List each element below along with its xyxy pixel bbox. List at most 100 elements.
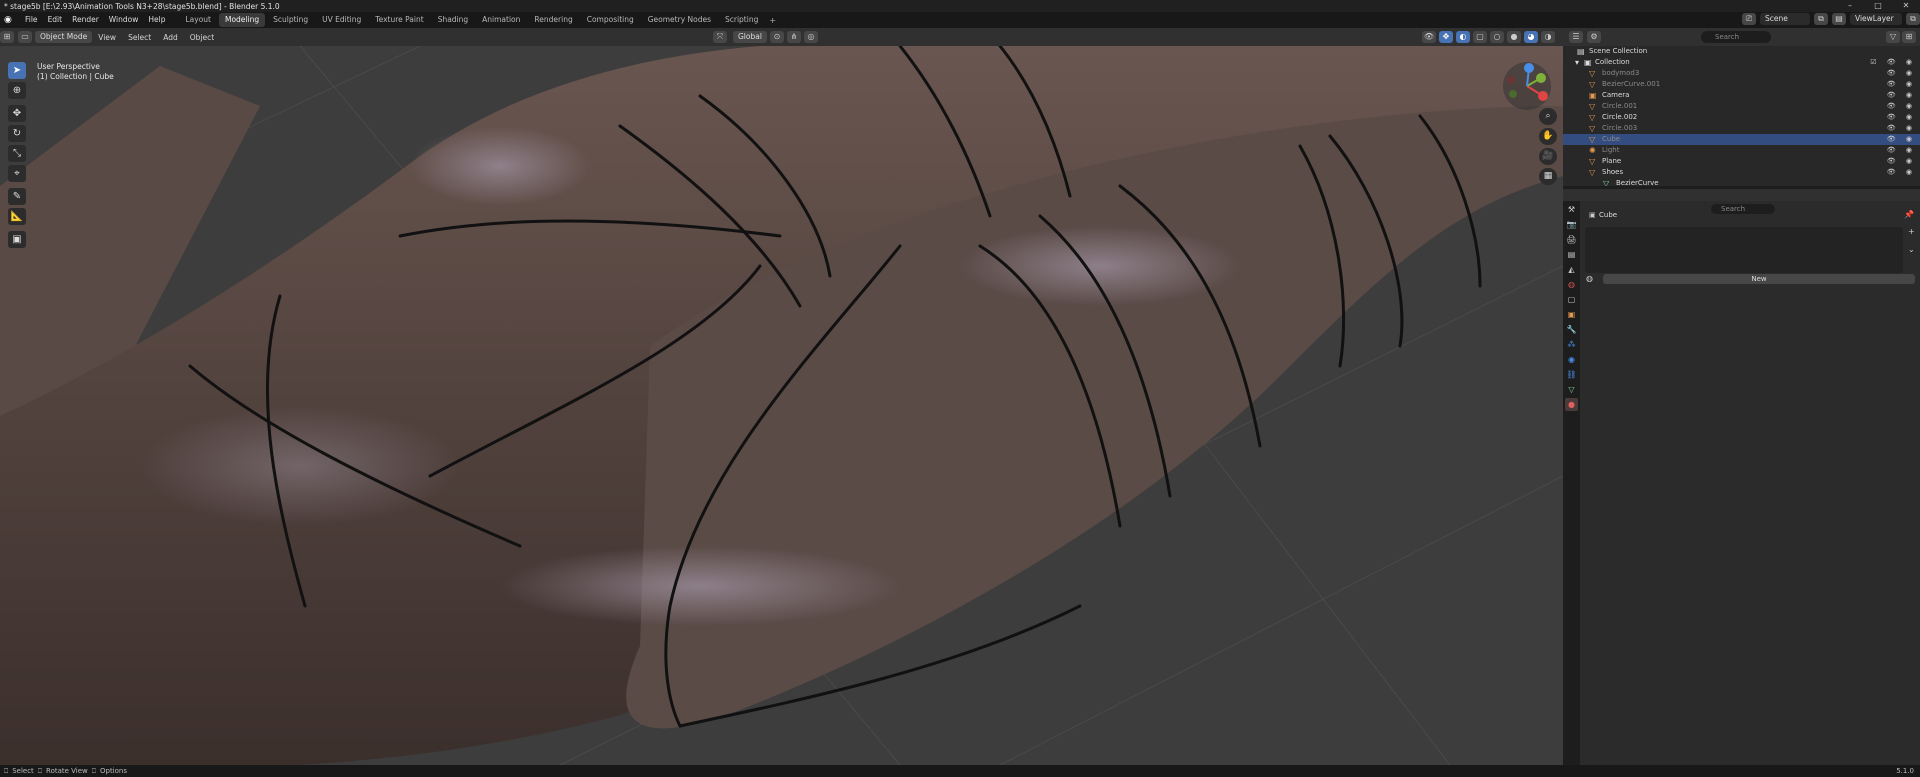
outliner-item[interactable]: ▽ Shoes 👁 ◉ <box>1563 167 1920 178</box>
move-tool-icon[interactable]: ✥ <box>8 105 26 122</box>
cursor-tool-icon[interactable]: ⊕ <box>8 82 26 99</box>
snap-icon[interactable]: ⋔ <box>786 31 801 43</box>
menu-help[interactable]: Help <box>143 12 170 28</box>
wireframe-shading-icon[interactable]: ○ <box>1490 31 1504 43</box>
outliner-editor-icon[interactable]: ☰ <box>1569 31 1583 43</box>
new-scene-icon[interactable]: ⧉ <box>1814 13 1828 25</box>
pin-icon[interactable]: 📌 <box>1904 210 1914 219</box>
constraints-tab-icon[interactable]: ⛓ <box>1565 368 1578 381</box>
tab-modeling[interactable]: Modeling <box>218 13 266 27</box>
gizmo-toggle-icon[interactable]: ✥ <box>1439 31 1453 43</box>
tab-uv-editing[interactable]: UV Editing <box>316 13 367 27</box>
outliner-item[interactable]: ▣ Camera 👁 ◉ <box>1563 90 1920 101</box>
object-mode-dropdown[interactable]: Object Mode <box>35 31 93 43</box>
menu-render[interactable]: Render <box>67 12 104 28</box>
menu-select[interactable]: Select <box>122 33 157 42</box>
physics-tab-icon[interactable]: ◉ <box>1565 353 1578 366</box>
particles-tab-icon[interactable]: ⁂ <box>1565 338 1578 351</box>
outliner-item[interactable]: ▽ Circle.001 👁 ◉ <box>1563 101 1920 112</box>
perspective-toggle-icon[interactable]: ▦ <box>1539 168 1557 185</box>
menu-edit[interactable]: Edit <box>43 12 68 28</box>
visibility-toggles[interactable]: ☑ 👁 ◉ <box>1870 57 1916 68</box>
tab-geometry-nodes[interactable]: Geometry Nodes <box>642 13 717 27</box>
maximize-button[interactable]: □ <box>1864 0 1892 12</box>
tab-rendering[interactable]: Rendering <box>528 13 578 27</box>
scene-field[interactable]: Scene <box>1760 13 1810 25</box>
properties-search-input[interactable]: Search <box>1711 204 1775 214</box>
display-mode-icon[interactable]: ⚙ <box>1587 31 1601 43</box>
view-layer-field[interactable]: ViewLayer <box>1850 13 1902 25</box>
proportional-edit-icon[interactable]: ◎ <box>803 31 818 43</box>
expand-arrow-icon[interactable]: ▾ <box>1575 57 1579 68</box>
solid-shading-icon[interactable]: ● <box>1507 31 1521 43</box>
view-layer-icon[interactable]: ▤ <box>1832 13 1846 25</box>
collection-row[interactable]: ▾ ▣ Collection ☑ 👁 ◉ <box>1563 57 1920 68</box>
collection-tab-icon[interactable]: ▢ <box>1565 293 1578 306</box>
minimize-button[interactable]: – <box>1836 0 1864 12</box>
scale-tool-icon[interactable]: ⤡ <box>8 145 26 162</box>
tab-shading[interactable]: Shading <box>432 13 474 27</box>
new-view-layer-icon[interactable]: ⧉ <box>1906 13 1920 25</box>
pivot-icon[interactable]: ⊙ <box>769 31 784 43</box>
add-workspace-icon[interactable]: + <box>765 16 780 25</box>
material-tab-icon[interactable]: ● <box>1565 398 1578 411</box>
overlay-toggle-icon[interactable]: ◐ <box>1456 31 1470 43</box>
annotate-tool-icon[interactable]: ✎ <box>8 188 26 205</box>
slot-menu-icon[interactable]: ⌄ <box>1908 245 1915 254</box>
add-slot-icon[interactable]: + <box>1908 227 1915 236</box>
menu-add[interactable]: Add <box>157 33 184 42</box>
render-tab-icon[interactable]: 📷 <box>1565 218 1578 231</box>
outliner-item[interactable]: ▽ Circle.002 👁 ◉ <box>1563 112 1920 123</box>
editor-type-icon[interactable]: ⊞ <box>0 31 14 43</box>
data-tab-icon[interactable]: ▽ <box>1565 383 1578 396</box>
select-box-mode-icon[interactable]: ▭ <box>18 31 32 43</box>
scene-collection-row[interactable]: ▤ Scene Collection <box>1563 46 1920 57</box>
view-layer-tab-icon[interactable]: ▤ <box>1565 248 1578 261</box>
orientation-icon[interactable]: ⤧ <box>713 31 727 43</box>
transform-orientation-dropdown[interactable]: Global <box>733 31 767 43</box>
rotate-tool-icon[interactable]: ↻ <box>8 125 26 142</box>
menu-window[interactable]: Window <box>104 12 144 28</box>
camera-view-icon[interactable]: 🎥 <box>1539 148 1557 165</box>
material-shading-icon[interactable]: ◕ <box>1524 31 1538 43</box>
new-material-button[interactable]: New <box>1603 274 1915 284</box>
outliner-item[interactable]: ▽ BezierCurve.001 👁 ◉ <box>1563 79 1920 90</box>
outliner-item[interactable]: ▽ bodymod3 👁 ◉ <box>1563 68 1920 79</box>
tab-sculpting[interactable]: Sculpting <box>267 13 314 27</box>
close-button[interactable]: ✕ <box>1892 0 1920 12</box>
tab-scripting[interactable]: Scripting <box>719 13 764 27</box>
scene-tab-icon[interactable]: ◭ <box>1565 263 1578 276</box>
3d-viewport[interactable]: User Perspective (1) Collection | Cube ➤… <box>0 46 1563 765</box>
tab-layout[interactable]: Layout <box>179 13 217 27</box>
menu-file[interactable]: File <box>20 12 43 28</box>
browse-material-icon[interactable]: ◍ <box>1586 274 1593 283</box>
object-tab-icon[interactable]: ▣ <box>1565 308 1578 321</box>
outliner-item-selected[interactable]: ▽ Cube 👁 ◉ <box>1563 134 1920 145</box>
outliner-item[interactable]: ▽ Circle.003 👁 ◉ <box>1563 123 1920 134</box>
modifier-tab-icon[interactable]: 🔧 <box>1565 323 1578 336</box>
material-slot-list[interactable] <box>1585 227 1903 273</box>
measure-tool-icon[interactable]: 📐 <box>8 208 26 225</box>
select-tool-icon[interactable]: ➤ <box>8 62 26 79</box>
menu-object[interactable]: Object <box>184 33 220 42</box>
xray-icon[interactable]: ▢ <box>1473 31 1487 43</box>
tab-compositing[interactable]: Compositing <box>581 13 640 27</box>
world-tab-icon[interactable]: ◍ <box>1565 278 1578 291</box>
visibility-icon[interactable]: 👁 <box>1422 31 1436 43</box>
blender-logo-icon[interactable]: ◉ <box>4 15 16 25</box>
pan-hand-icon[interactable]: ✋ <box>1539 128 1557 145</box>
menu-view[interactable]: View <box>92 33 122 42</box>
tool-tab-icon[interactable]: ⚒ <box>1565 203 1578 216</box>
filter-icon[interactable]: ▽ <box>1886 31 1900 43</box>
rendered-shading-icon[interactable]: ◑ <box>1541 31 1555 43</box>
outliner-search-input[interactable]: Search <box>1701 31 1771 43</box>
tab-texture-paint[interactable]: Texture Paint <box>369 13 429 27</box>
transform-tool-icon[interactable]: ⌖ <box>8 165 26 182</box>
zoom-icon[interactable]: ⌕ <box>1539 108 1557 125</box>
output-tab-icon[interactable]: 🖨 <box>1565 233 1578 246</box>
outliner-item[interactable]: ✺ Light 👁 ◉ <box>1563 145 1920 156</box>
add-cube-tool-icon[interactable]: ▣ <box>8 231 26 248</box>
tab-animation[interactable]: Animation <box>476 13 526 27</box>
new-collection-icon[interactable]: ⊞ <box>1902 31 1916 43</box>
scene-icon[interactable]: ⎚ <box>1742 13 1756 25</box>
